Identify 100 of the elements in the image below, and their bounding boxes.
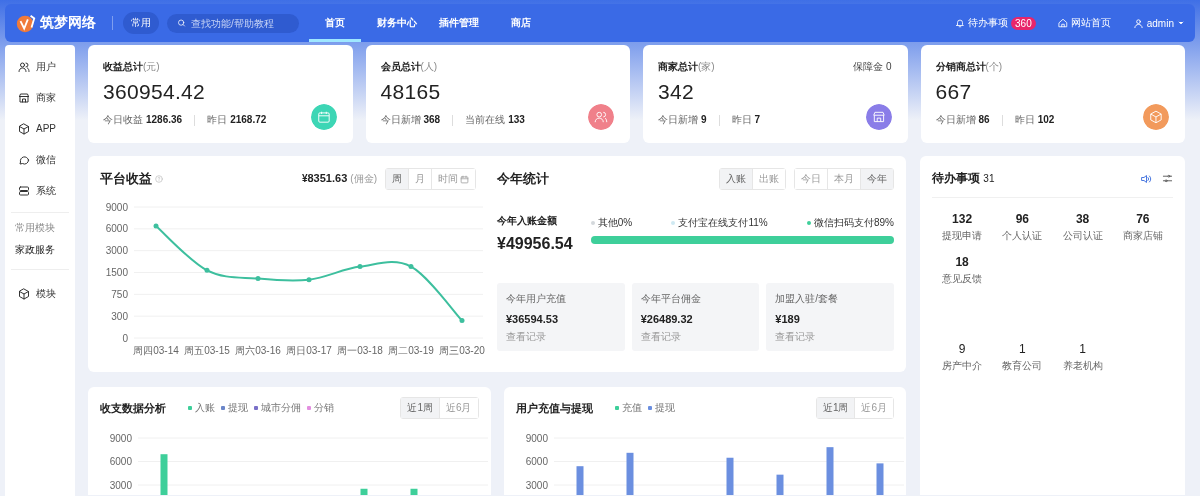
toggle-button[interactable]: 近1周: [816, 398, 855, 418]
stat-detail: 今日新增 368: [380, 113, 441, 127]
toggle-button[interactable]: 近6月: [854, 398, 893, 418]
todo-item[interactable]: 1 养老机构: [1052, 342, 1113, 373]
todo-item[interactable]: 96 个人认证: [992, 212, 1053, 243]
axis-label: 9000: [105, 201, 128, 213]
legend-label: 支付宝在线支付11%: [678, 216, 768, 230]
quick-button[interactable]: 常用: [123, 12, 159, 34]
user-menu[interactable]: admin: [1132, 17, 1185, 29]
sidebar-link[interactable]: 家政服务: [11, 235, 69, 270]
chart-bar: [360, 488, 368, 495]
stat-detail: 当前在线 133: [465, 113, 525, 127]
stat-detail: 昨日 102: [1014, 113, 1055, 127]
panel-title: 用户充值与提现: [515, 400, 593, 416]
site-home-link[interactable]: 网站首页: [1057, 16, 1111, 30]
toggle-button[interactable]: 时间: [431, 169, 475, 189]
axis-label: 周日03-17: [286, 345, 332, 356]
summary-label: 今年平台佣金: [640, 292, 702, 306]
todo-link[interactable]: 待办事项 360: [955, 16, 1036, 30]
summary-value: ¥189: [775, 313, 801, 325]
caret-icon: [1177, 19, 1185, 27]
axis-label: 9000: [109, 432, 132, 444]
toggle-button[interactable]: 周: [386, 169, 408, 189]
logo-text: 筑梦网络: [40, 14, 96, 32]
sidebar-label: 微信: [36, 152, 56, 167]
axis-label: 周四03-14: [133, 345, 179, 356]
amount-text: ¥8351.63 (佣金): [301, 172, 377, 186]
sidebar-label: APP: [36, 123, 56, 134]
nav-tab[interactable]: 商店: [495, 4, 547, 42]
chat-icon: [18, 153, 30, 166]
legend-label: 分销: [314, 401, 334, 415]
stat-title: 收益总计(元): [103, 60, 160, 74]
axis-label: 周五03-15: [184, 345, 230, 356]
stat-value: 48165: [380, 80, 442, 104]
legend-label: 城市分佣: [261, 401, 301, 415]
axis-label: 周六03-16: [235, 345, 281, 356]
chart-bar: [410, 488, 418, 495]
nav-tab[interactable]: 财务中心: [371, 4, 423, 42]
toggle-button[interactable]: 入账: [720, 169, 752, 189]
stat-value: 667: [935, 80, 973, 104]
axis-label: 6000: [109, 456, 132, 467]
stat-detail: 昨日 7: [731, 113, 761, 127]
legend-label: 入账: [195, 401, 215, 415]
toggle-button[interactable]: 近6月: [438, 398, 478, 418]
cube-icon: [18, 287, 30, 300]
panel-title: 待办事项 31: [932, 170, 996, 187]
toggle-button[interactable]: 今年: [860, 169, 893, 189]
sidebar-item[interactable]: 系统: [5, 175, 75, 206]
toggle-button[interactable]: 出账: [752, 169, 785, 189]
todo-item[interactable]: 9 房产中介: [932, 342, 993, 373]
panel-title: 今年统计: [497, 170, 549, 188]
axis-label: 周三03-20: [439, 345, 485, 356]
axis-label: 6000: [105, 223, 128, 235]
todo-item[interactable]: 76 商家店铺: [1112, 212, 1173, 243]
amount-label: 今年入账金额: [497, 214, 558, 228]
search-field[interactable]: 查找功能/帮助教程: [167, 13, 299, 33]
legend-label: 提现: [654, 401, 675, 415]
chart-bar: [726, 457, 733, 495]
summary-value: ¥36594.53: [506, 313, 559, 325]
stat-detail: 今日收益 1286.36: [103, 113, 183, 127]
legend-label: 微信扫码支付89%: [813, 216, 894, 230]
nav-tab[interactable]: 首页: [309, 4, 361, 42]
sidebar-label: 系统: [36, 183, 56, 198]
chart-bar: [876, 463, 883, 495]
sidebar-label: 模块: [36, 286, 56, 301]
sidebar-item[interactable]: 模块: [5, 278, 75, 309]
summary-label: 今年用户充值: [506, 292, 567, 306]
stat-title: 分销商总计(个): [935, 60, 1003, 74]
stat-detail: 今日新增 86: [935, 113, 990, 127]
help-icon: [155, 175, 163, 183]
section-title: 常用模块: [11, 212, 69, 235]
axis-label: 0: [122, 332, 128, 344]
todo-item[interactable]: 38 公司认证: [1052, 212, 1113, 243]
todo-item[interactable]: 1 教育公司: [992, 342, 1053, 373]
calendar-icon: [460, 174, 469, 184]
summary-value: ¥26489.32: [640, 313, 694, 325]
bell-icon: [955, 18, 966, 28]
home-icon: [1057, 18, 1068, 28]
user-icon: [1132, 17, 1144, 29]
sidebar-item[interactable]: 商家: [5, 82, 75, 113]
search-icon: [177, 18, 186, 28]
axis-label: 3000: [109, 479, 132, 491]
stat-value: 360954.42: [103, 80, 206, 104]
stat-detail: 今日新增 9: [658, 113, 707, 127]
sidebar-item[interactable]: 用户: [5, 51, 75, 82]
axis-label: 3000: [105, 245, 128, 257]
logo-icon: [15, 12, 37, 34]
toggle-button[interactable]: 近1周: [401, 398, 439, 418]
chart-bar: [576, 466, 583, 495]
chart-bar: [826, 447, 833, 495]
nav-tab[interactable]: 插件管理: [433, 4, 485, 42]
sidebar-item[interactable]: APP: [5, 113, 75, 144]
todo-label: 待办事项: [968, 16, 1009, 30]
todo-item[interactable]: 18 意见反馈: [932, 255, 993, 286]
todo-item[interactable]: 132 提现申请: [932, 212, 993, 243]
panel-title: 平台收益: [100, 170, 152, 188]
stat-title: 商家总计(家): [658, 60, 715, 74]
chart-bar: [160, 454, 168, 495]
stat-detail: 昨日 2168.72: [207, 113, 267, 127]
sidebar-item[interactable]: 微信: [5, 144, 75, 175]
